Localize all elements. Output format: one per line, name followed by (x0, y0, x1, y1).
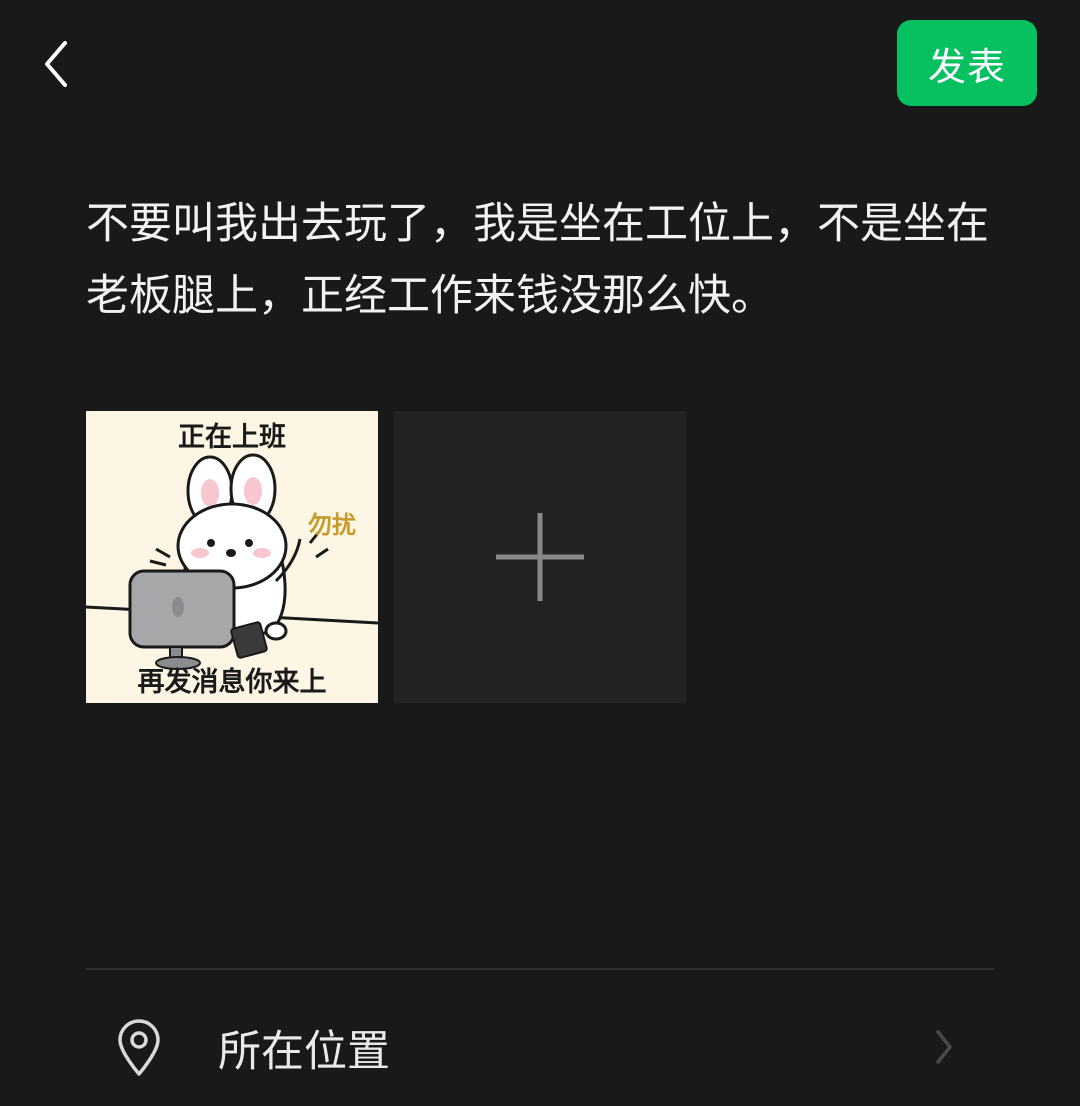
publish-button[interactable]: 发表 (897, 20, 1037, 106)
divider (86, 968, 994, 970)
add-image-button[interactable] (394, 411, 686, 703)
thumbnail-bottom-caption: 再发消息你来上 (137, 667, 327, 698)
image-thumbnail[interactable]: 正在上班 勿扰 再发消息你来上 (86, 411, 378, 703)
thumbnail-side-caption: 勿扰 (308, 511, 356, 539)
location-label: 所在位置 (218, 1027, 390, 1077)
location-row[interactable]: 所在位置 (86, 990, 994, 1106)
plus-icon (496, 513, 584, 601)
back-button[interactable] (28, 34, 84, 94)
location-pin-icon (110, 1019, 168, 1077)
chevron-left-icon (45, 41, 67, 87)
chevron-right-icon (934, 1028, 954, 1070)
image-grid: 正在上班 勿扰 再发消息你来上 (86, 411, 686, 703)
post-text-input[interactable]: 不要叫我出去玩了，我是坐在工位上，不是坐在老板腿上，正经工作来钱没那么快。 (86, 188, 996, 332)
